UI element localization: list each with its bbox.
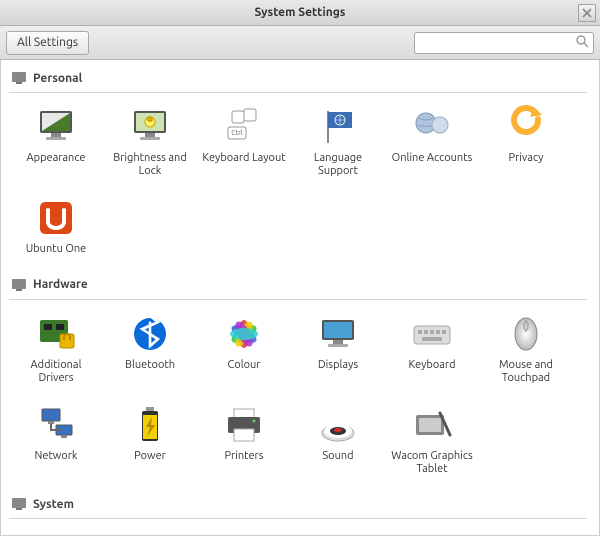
colour-icon: [222, 312, 266, 356]
item-system-3[interactable]: [197, 527, 291, 536]
item-label: Online Accounts: [392, 152, 473, 165]
item-printers[interactable]: Printers: [197, 399, 291, 480]
item-system-4[interactable]: [291, 527, 385, 536]
sound-icon: [316, 403, 360, 447]
section-header-system: System: [9, 494, 587, 519]
item-wacom[interactable]: Wacom Graphics Tablet: [385, 399, 479, 480]
details-icon: [222, 531, 266, 536]
item-online-accounts[interactable]: Online Accounts: [385, 101, 479, 182]
item-label: Appearance: [27, 152, 86, 165]
backup-icon: [34, 531, 78, 536]
item-label: Network: [35, 450, 78, 463]
close-button[interactable]: [578, 4, 596, 22]
search-field[interactable]: [414, 32, 594, 54]
toolbar: All Settings: [0, 26, 600, 60]
item-label: Additional Drivers: [12, 359, 100, 385]
item-additional-drivers[interactable]: Additional Drivers: [9, 308, 103, 389]
item-label: Power: [134, 450, 166, 463]
item-colour[interactable]: Colour: [197, 308, 291, 389]
item-label: Language Support: [294, 152, 382, 178]
datetime-icon: [128, 531, 172, 536]
brightness-icon: [128, 105, 172, 149]
item-label: Keyboard: [408, 359, 455, 372]
mouse-icon: [504, 312, 548, 356]
search-input[interactable]: [419, 36, 575, 50]
item-displays[interactable]: Displays: [291, 308, 385, 389]
printers-icon: [222, 403, 266, 447]
language-icon: [316, 105, 360, 149]
item-brightness-lock[interactable]: Brightness and Lock: [103, 101, 197, 182]
appearance-icon: [34, 105, 78, 149]
item-keyboard-layout[interactable]: Ctrl Keyboard Layout: [197, 101, 291, 182]
management-icon: [316, 531, 360, 536]
section-header-personal: Personal: [9, 68, 587, 93]
search-icon: [575, 34, 589, 51]
section-title: Hardware: [33, 278, 88, 291]
wacom-icon: [410, 403, 454, 447]
category-icon: [11, 496, 27, 512]
item-appearance[interactable]: Appearance: [9, 101, 103, 182]
item-label: Printers: [224, 450, 263, 463]
item-power[interactable]: Power: [103, 399, 197, 480]
keyboard-icon: [410, 312, 454, 356]
item-label: Bluetooth: [125, 359, 175, 372]
item-ubuntu-one[interactable]: Ubuntu One: [9, 192, 103, 260]
content-area: Personal Appearance Brightness and Lock …: [0, 60, 600, 536]
window-title: System Settings: [255, 6, 346, 19]
item-label: Wacom Graphics Tablet: [388, 450, 476, 476]
keyboard-layout-icon: Ctrl: [222, 105, 266, 149]
section-header-hardware: Hardware: [9, 275, 587, 300]
category-icon: [11, 70, 27, 86]
section-title: Personal: [33, 72, 82, 85]
bluetooth-icon: [128, 312, 172, 356]
section-hardware: Hardware Additional Drivers Bluetooth Co…: [9, 275, 599, 481]
item-label: Sound: [322, 450, 353, 463]
item-keyboard[interactable]: Keyboard: [385, 308, 479, 389]
item-mouse-touchpad[interactable]: Mouse and Touchpad: [479, 308, 573, 389]
drivers-icon: [34, 312, 78, 356]
item-privacy[interactable]: Privacy: [479, 101, 573, 182]
item-label: Privacy: [509, 152, 544, 165]
svg-text:Ctrl: Ctrl: [231, 129, 243, 137]
item-label: Ubuntu One: [26, 243, 87, 256]
item-sound[interactable]: Sound: [291, 399, 385, 480]
section-personal: Personal Appearance Brightness and Lock …: [9, 68, 599, 261]
item-network[interactable]: Network: [9, 399, 103, 480]
displays-icon: [316, 312, 360, 356]
item-label: Mouse and Touchpad: [482, 359, 570, 385]
online-accounts-icon: [410, 105, 454, 149]
users-icon: [504, 531, 548, 536]
item-language-support[interactable]: Language Support: [291, 101, 385, 182]
all-settings-label: All Settings: [17, 36, 78, 49]
item-bluetooth[interactable]: Bluetooth: [103, 308, 197, 389]
network-icon: [34, 403, 78, 447]
item-label: Colour: [228, 359, 261, 372]
power-icon: [128, 403, 172, 447]
item-label: Brightness and Lock: [106, 152, 194, 178]
titlebar: System Settings: [0, 0, 600, 26]
category-icon: [11, 277, 27, 293]
section-system: System: [9, 494, 599, 536]
item-system-6[interactable]: [479, 527, 573, 536]
item-system-1[interactable]: [9, 527, 103, 536]
item-system-5[interactable]: [385, 527, 479, 536]
item-label: Keyboard Layout: [202, 152, 285, 165]
section-title: System: [33, 498, 74, 511]
item-label: Displays: [318, 359, 358, 372]
all-settings-button[interactable]: All Settings: [6, 31, 89, 55]
item-system-2[interactable]: [103, 527, 197, 536]
ubuntu-one-icon: [34, 196, 78, 240]
privacy-icon: [504, 105, 548, 149]
close-icon: [582, 8, 592, 18]
universal-access-icon: [410, 531, 454, 536]
